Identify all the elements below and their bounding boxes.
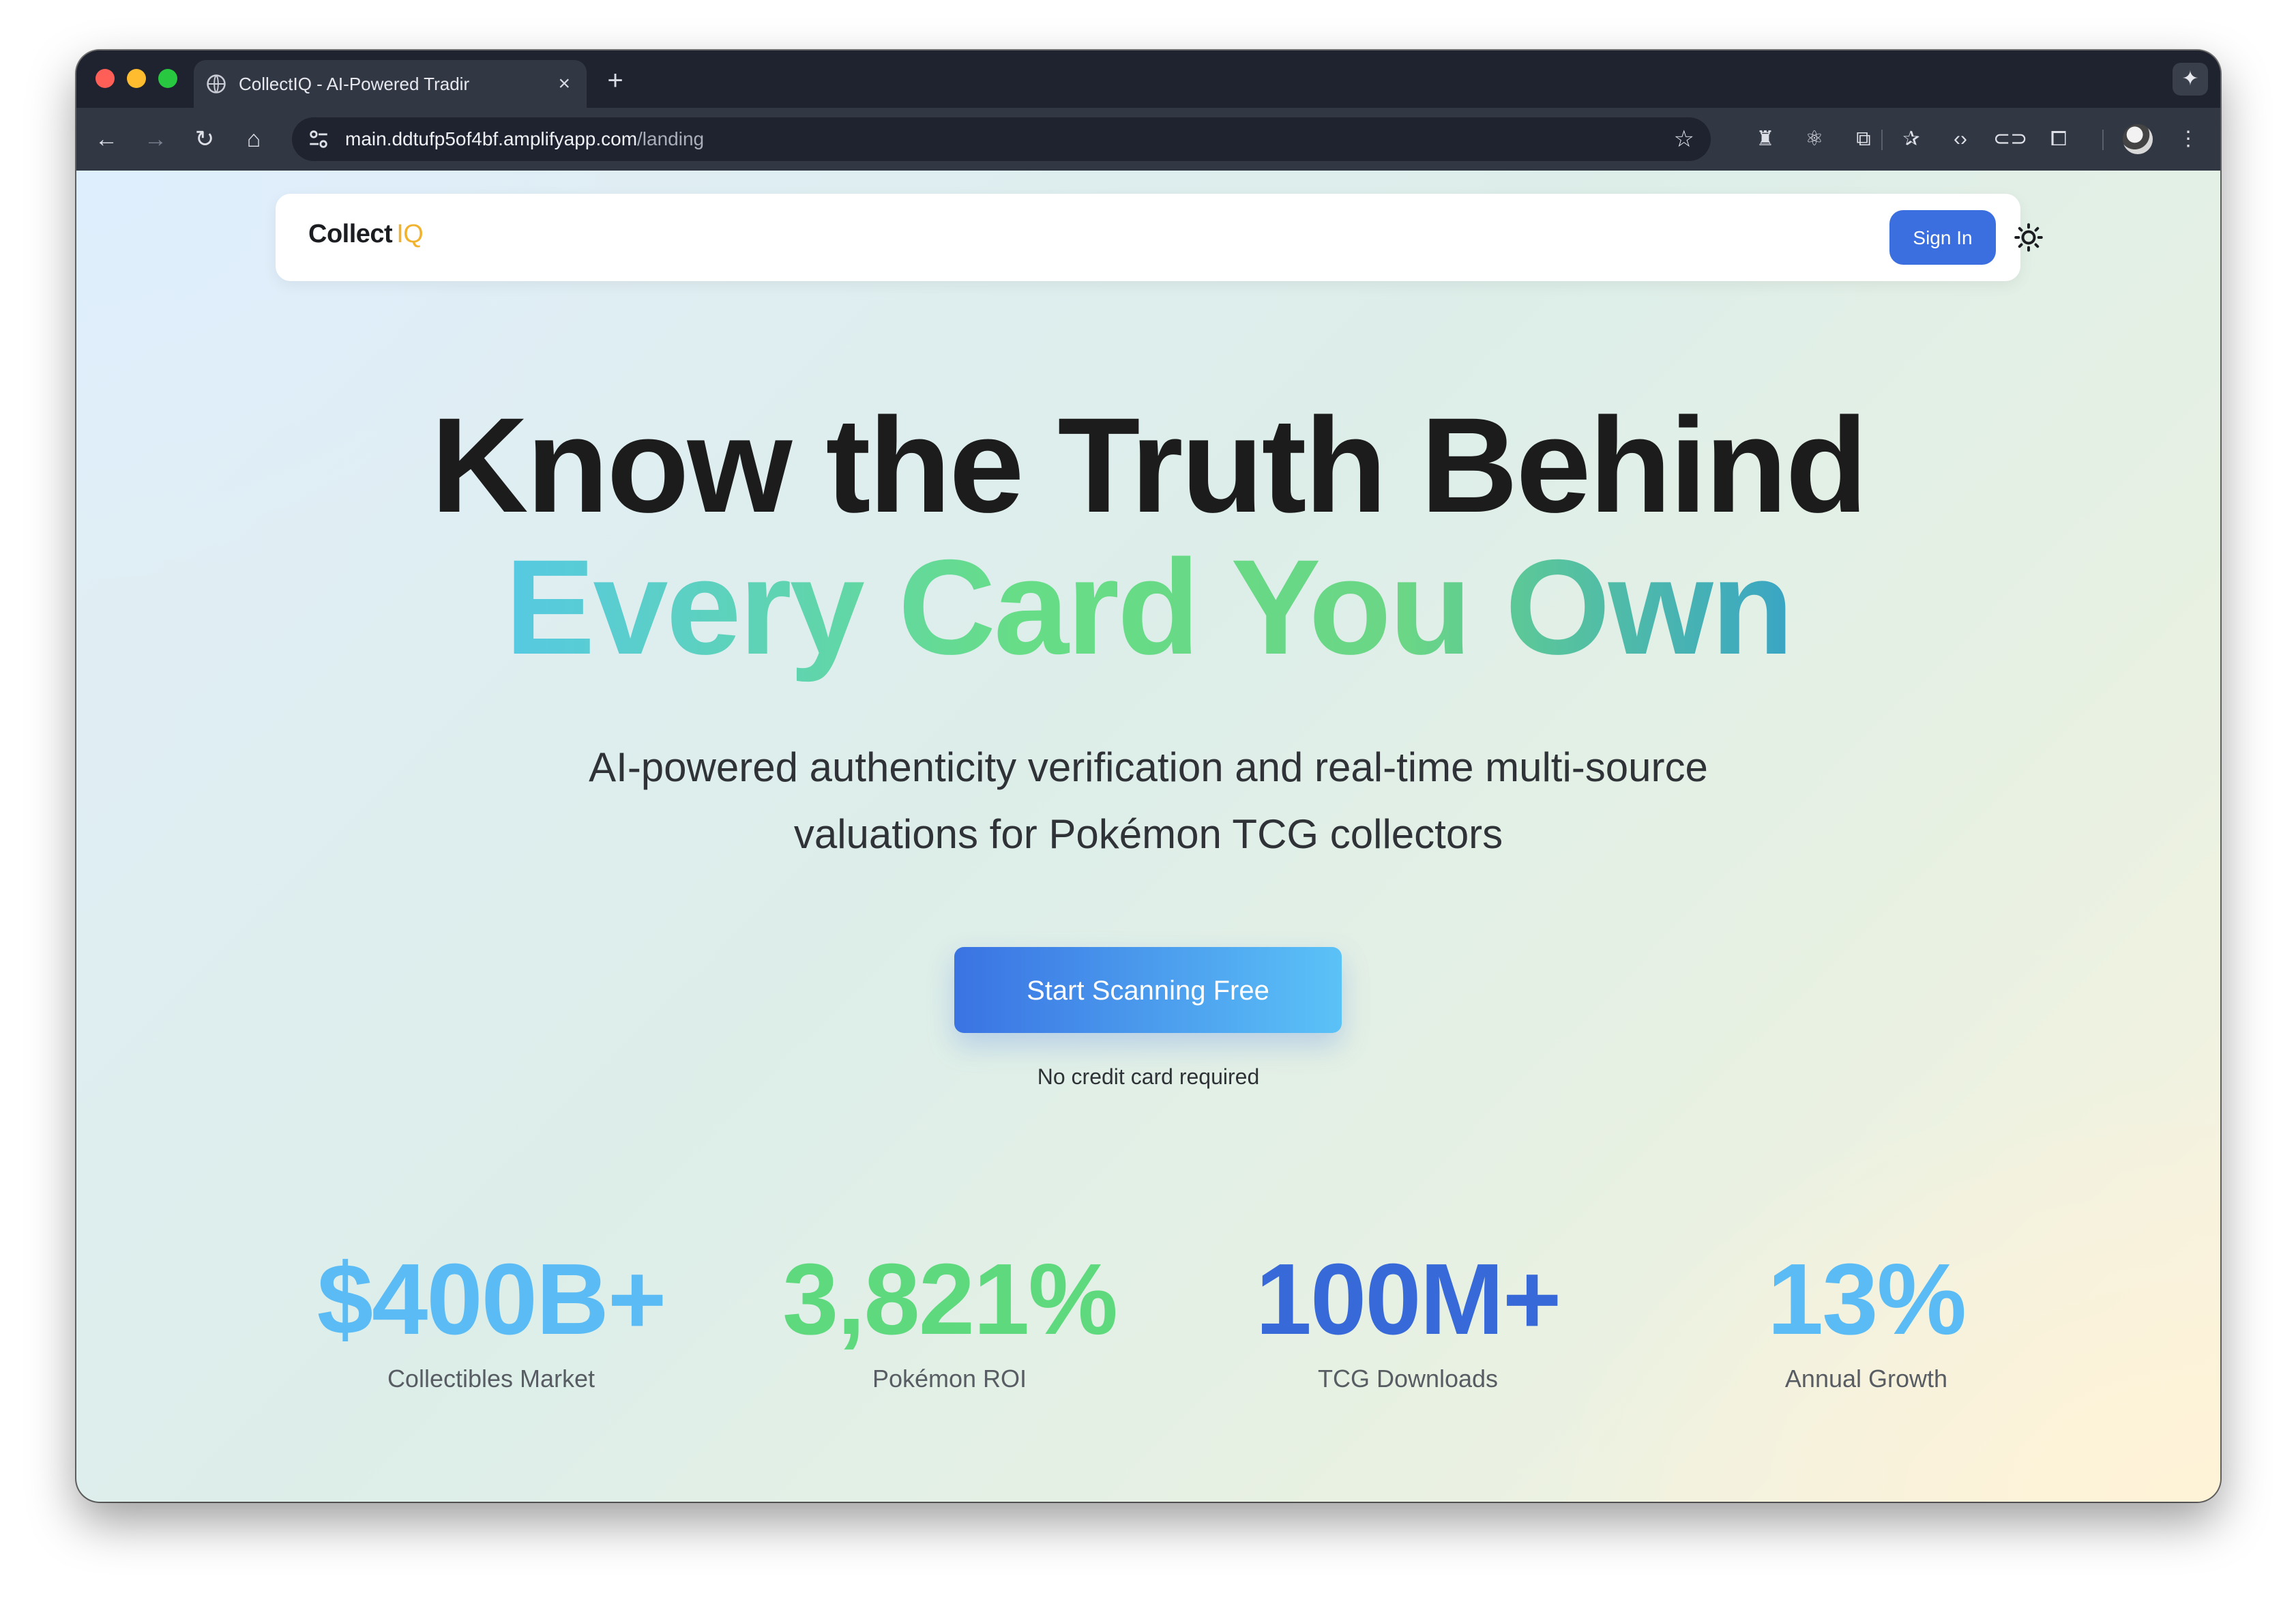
url-path: /landing [637,128,705,149]
link-icon[interactable]: ⊂⊃ [1993,123,2027,156]
no-credit-card-note: No credit card required [1037,1064,1260,1089]
gemini-icon[interactable]: ✦ [2173,63,2208,96]
stat-label: TCG Downloads [1317,1365,1499,1393]
stat-label: Collectibles Market [387,1365,595,1393]
hero-headline-gradient: Every Card You Own [505,531,1793,682]
stat-label: Pokémon ROI [872,1365,1027,1393]
stat-label: Annual Growth [1784,1365,1948,1393]
site-info-icon[interactable] [307,128,330,151]
toolbar-separator [2102,130,2104,150]
logo-accent: IQ [396,220,424,248]
more-menu-icon[interactable]: ⋮ [2172,123,2205,156]
reload-icon[interactable]: ↻ [188,123,221,156]
site-navbar: Collect IQ Sign In [276,194,2043,281]
code-icon[interactable]: ‹› [1944,123,1977,156]
hero-subtitle-line2: valuations for Pokémon TCG collectors [793,811,1503,857]
chef-hat-extension-icon[interactable]: ♜ [1749,123,1782,156]
globe-icon [207,74,226,93]
browser-window: CollectIQ - AI-Powered Tradir × + ✦ ← → … [76,50,2220,1502]
browser-toolbar: ← → ↻ ⌂ main.ddtufp5of4bf.amplifyapp.com… [76,108,2220,171]
puzzle-extension-icon[interactable]: ⧉ [1847,123,1880,156]
bookmarks-star-icon[interactable]: ✰ [1895,123,1928,156]
page-viewport: Collect IQ Sign In Know the Truth Behind … [76,171,2220,1502]
home-icon[interactable]: ⌂ [237,123,270,156]
hero-headline-line2: Every Card You Own [76,532,2220,682]
stat-collectibles-market: $400B+ Collectibles Market [262,1242,720,1393]
tab-strip: CollectIQ - AI-Powered Tradir × + ✦ [76,50,2220,108]
site-logo[interactable]: Collect IQ [308,220,424,249]
url-host: main.ddtufp5of4bf.amplifyapp.com [345,128,638,149]
maximize-window-button[interactable] [158,69,177,88]
stat-pokemon-roi: 3,821% Pokémon ROI [720,1242,1179,1393]
theme-toggle-button[interactable] [2008,217,2049,258]
stat-value: 13% [1767,1243,1967,1356]
close-window-button[interactable] [95,69,115,88]
stat-value: $400B+ [317,1243,667,1356]
forward-icon[interactable]: → [139,123,172,156]
minimize-window-button[interactable] [127,69,146,88]
bookmark-star-icon[interactable]: ☆ [1674,126,1694,153]
sun-icon [2014,223,2043,252]
profile-avatar[interactable] [2123,124,2153,154]
stat-annual-growth: 13% Annual Growth [1637,1242,2095,1393]
react-devtools-icon[interactable]: ⚛ [1798,123,1831,156]
sign-in-button[interactable]: Sign In [1889,210,1996,265]
tab-close-icon[interactable]: × [558,72,570,96]
stat-value: 3,821% [782,1243,1118,1356]
hero-subtitle-line1: AI-powered authenticity verification and… [589,744,1708,790]
tab-title: CollectIQ - AI-Powered Tradir [239,73,470,94]
url-text: main.ddtufp5of4bf.amplifyapp.com/landing [345,128,1674,150]
hero-subtitle: AI-powered authenticity verification and… [486,734,1811,868]
stat-tcg-downloads: 100M+ TCG Downloads [1179,1242,1637,1393]
reading-mode-icon[interactable]: ⧠ [2042,123,2075,156]
new-tab-button[interactable]: + [600,65,630,96]
start-scanning-button[interactable]: Start Scanning Free [954,947,1342,1033]
back-icon[interactable]: ← [90,123,123,156]
logo-main: Collect [308,220,393,248]
hero-headline-line1: Know the Truth Behind [430,390,1868,540]
toolbar-separator [1881,130,1883,150]
stat-value: 100M+ [1255,1243,1562,1356]
browser-tab[interactable]: CollectIQ - AI-Powered Tradir × [194,60,587,108]
address-bar[interactable]: main.ddtufp5of4bf.amplifyapp.com/landing… [292,117,1711,161]
